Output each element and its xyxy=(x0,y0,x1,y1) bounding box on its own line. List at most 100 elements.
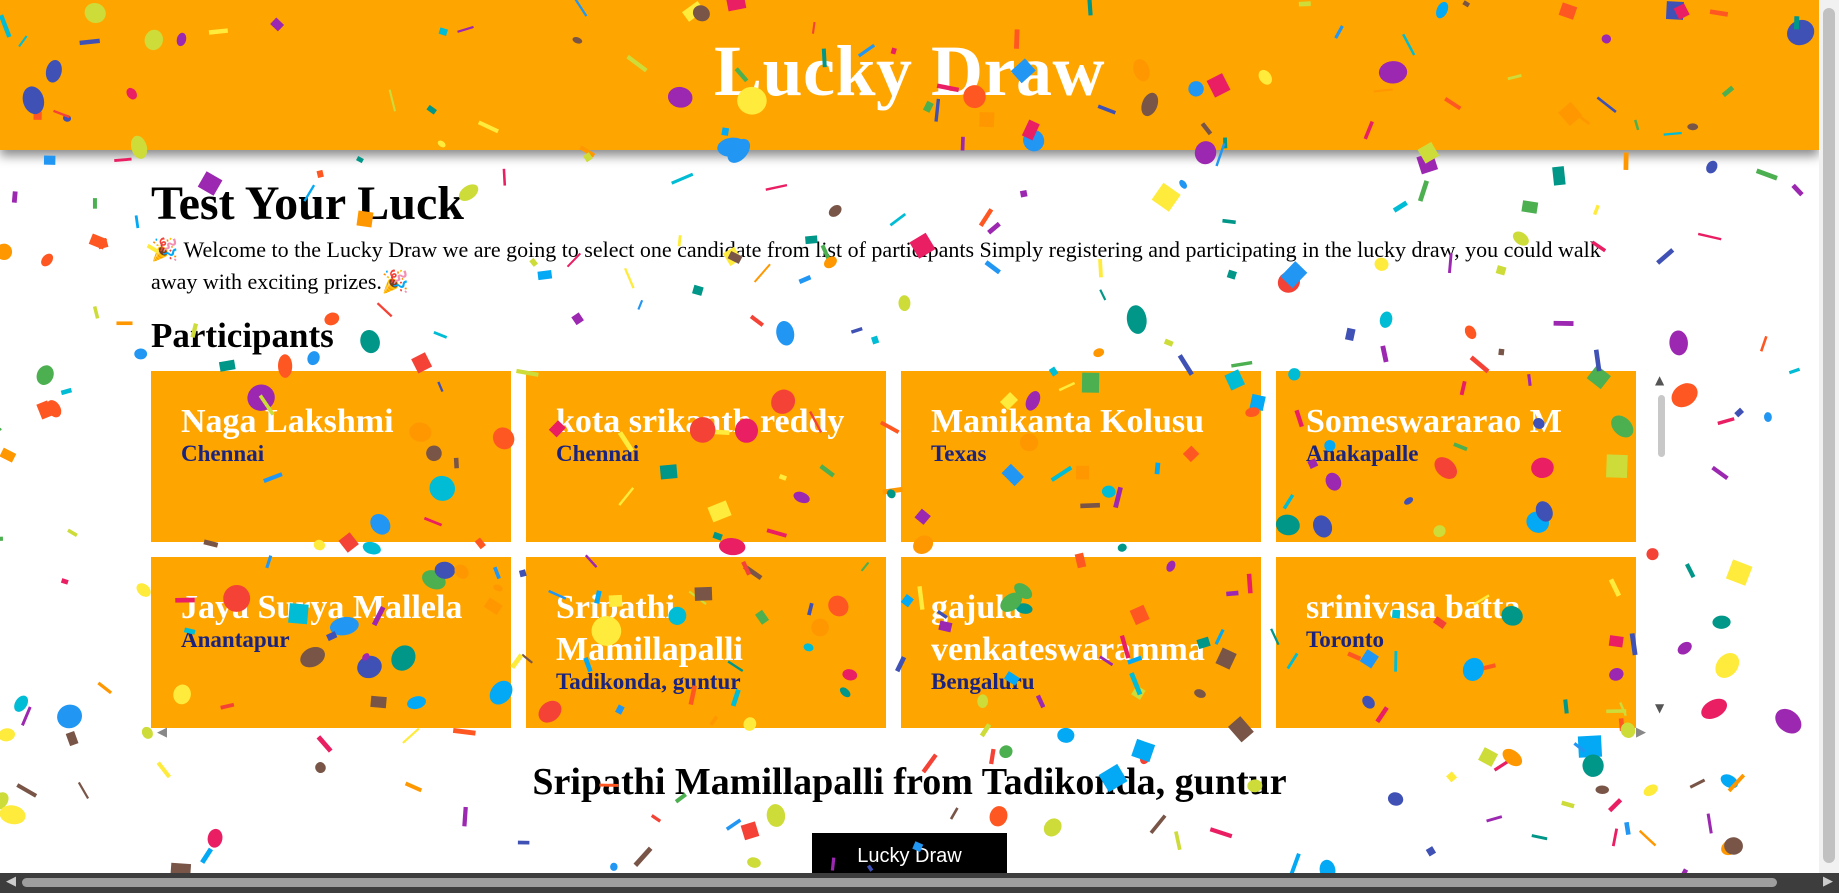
confetti-piece xyxy=(1712,615,1731,629)
confetti-piece xyxy=(1416,152,1439,175)
confetti-piece xyxy=(356,156,364,164)
confetti-piece xyxy=(1677,641,1692,655)
confetti-piece xyxy=(1734,407,1745,418)
participant-card: kota srikanth reddy Chennai xyxy=(526,371,886,542)
confetti-piece xyxy=(1764,412,1772,423)
participant-name: Manikanta Kolusu xyxy=(931,403,1205,440)
confetti-piece xyxy=(169,862,192,873)
scrollbar-thumb[interactable] xyxy=(1823,8,1835,863)
confetti-piece xyxy=(517,840,530,845)
participant-name: kota srikanth reddy xyxy=(556,403,845,440)
confetti-piece xyxy=(1624,821,1631,836)
participants-vertical-scrollbar[interactable]: ▲ ▼ xyxy=(1654,371,1668,727)
confetti-piece xyxy=(1174,831,1182,851)
confetti-piece xyxy=(92,306,100,319)
participant-city: Anantapur xyxy=(181,627,290,652)
confetti-piece xyxy=(1209,827,1233,839)
confetti-piece xyxy=(0,447,17,463)
confetti-piece xyxy=(766,804,786,827)
confetti-piece xyxy=(116,321,133,326)
scroll-down-icon[interactable]: ▼ xyxy=(1655,701,1664,715)
confetti-piece xyxy=(21,706,32,726)
participant-card: gajula venkateswaramma Bengaluru xyxy=(901,557,1261,728)
confetti-piece xyxy=(134,215,140,229)
participant-name: Sripathi Mamillapalli xyxy=(556,589,743,668)
participant-name: Naga Lakshmi xyxy=(181,403,394,440)
winner-text: Sripathi Mamillapalli from Tadikonda, gu… xyxy=(532,761,1287,803)
page-horizontal-scrollbar[interactable]: ◀ ▶ xyxy=(0,873,1839,893)
scrollbar-thumb[interactable] xyxy=(1658,395,1665,457)
main-content: Test Your Luck 🎉 Welcome to the Lucky Dr… xyxy=(151,178,1651,356)
participants-grid: Naga Lakshmi Chennai kota srikanth reddy… xyxy=(151,371,1661,728)
confetti-piece xyxy=(1656,248,1675,265)
confetti-piece xyxy=(67,528,78,537)
confetti-piece xyxy=(0,805,26,825)
confetti-piece xyxy=(1486,815,1503,823)
participant-card: Sripathi Mamillapalli Tadikonda, guntur xyxy=(526,557,886,728)
confetti-piece xyxy=(11,191,18,203)
participant-city: Toronto xyxy=(1306,627,1384,652)
confetti-piece xyxy=(1319,859,1336,873)
confetti-piece xyxy=(1759,335,1768,352)
confetti-piece xyxy=(747,857,761,868)
confetti-piece xyxy=(14,695,29,712)
confetti-piece xyxy=(1711,465,1729,481)
confetti-piece xyxy=(57,704,83,729)
confetti-piece xyxy=(989,806,1008,827)
confetti-piece xyxy=(36,400,54,420)
confetti-piece xyxy=(1701,698,1728,719)
participant-name: Jaya Surya Mallela xyxy=(181,589,463,626)
confetti-piece xyxy=(114,157,132,163)
participant-card: srinivasa batta Toronto xyxy=(1276,557,1636,728)
confetti-piece xyxy=(1791,183,1804,197)
section-heading: Test Your Luck xyxy=(151,177,464,230)
confetti-piece xyxy=(1149,814,1167,835)
scroll-left-icon[interactable]: ◀ xyxy=(157,725,167,740)
confetti-piece xyxy=(740,821,760,841)
participant-city: Chennai xyxy=(556,441,640,466)
participant-city: Anakapalle xyxy=(1306,441,1419,466)
confetti-piece xyxy=(1717,417,1735,426)
confetti-piece xyxy=(1611,828,1619,847)
participant-city: Bengaluru xyxy=(931,669,1035,694)
confetti-piece xyxy=(92,198,97,209)
confetti-piece xyxy=(218,359,236,372)
confetti-piece xyxy=(1289,852,1301,873)
confetti-piece xyxy=(1755,168,1778,181)
participants-heading: Participants xyxy=(151,316,334,355)
page-vertical-scrollbar[interactable] xyxy=(1819,0,1839,873)
confetti-piece xyxy=(0,427,2,441)
confetti-piece xyxy=(1725,559,1753,586)
confetti-piece xyxy=(1706,160,1718,174)
scroll-left-icon[interactable]: ◀ xyxy=(6,874,16,889)
participants-horizontal-scrollbar[interactable]: ◀ ▶ xyxy=(151,725,1646,740)
scroll-up-icon[interactable]: ▲ xyxy=(1655,373,1664,387)
participant-name: gajula venkateswaramma xyxy=(931,589,1205,668)
confetti-piece xyxy=(610,862,618,871)
scroll-right-icon[interactable]: ▶ xyxy=(1636,725,1646,740)
participant-name: srinivasa batta xyxy=(1306,589,1521,626)
confetti-piece xyxy=(46,400,62,418)
confetti-piece xyxy=(1715,653,1740,678)
confetti-piece xyxy=(1775,708,1802,734)
scrollbar-thumb[interactable] xyxy=(22,878,1777,887)
confetti-piece xyxy=(1573,742,1586,753)
confetti-piece xyxy=(1638,829,1657,847)
confetti-piece xyxy=(88,233,108,250)
confetti-piece xyxy=(633,846,653,867)
participant-card: Manikanta Kolusu Texas xyxy=(901,371,1261,542)
confetti-piece xyxy=(96,237,109,250)
confetti-piece xyxy=(1706,813,1713,834)
participants-panel[interactable]: Naga Lakshmi Chennai kota srikanth reddy… xyxy=(151,371,1665,743)
confetti-piece xyxy=(1669,330,1688,356)
intro-text: 🎉 Welcome to the Lucky Draw we are going… xyxy=(151,237,1601,294)
page-header: Lucky Draw xyxy=(0,0,1819,150)
confetti-piece xyxy=(1671,383,1698,408)
confetti-piece xyxy=(650,814,662,823)
scroll-right-icon[interactable]: ▶ xyxy=(1823,874,1833,889)
confetti-piece xyxy=(36,365,54,385)
confetti-piece xyxy=(200,847,214,864)
lucky-draw-button[interactable]: Lucky Draw xyxy=(812,833,1007,875)
confetti-piece xyxy=(1697,232,1722,241)
confetti-piece xyxy=(43,155,56,165)
